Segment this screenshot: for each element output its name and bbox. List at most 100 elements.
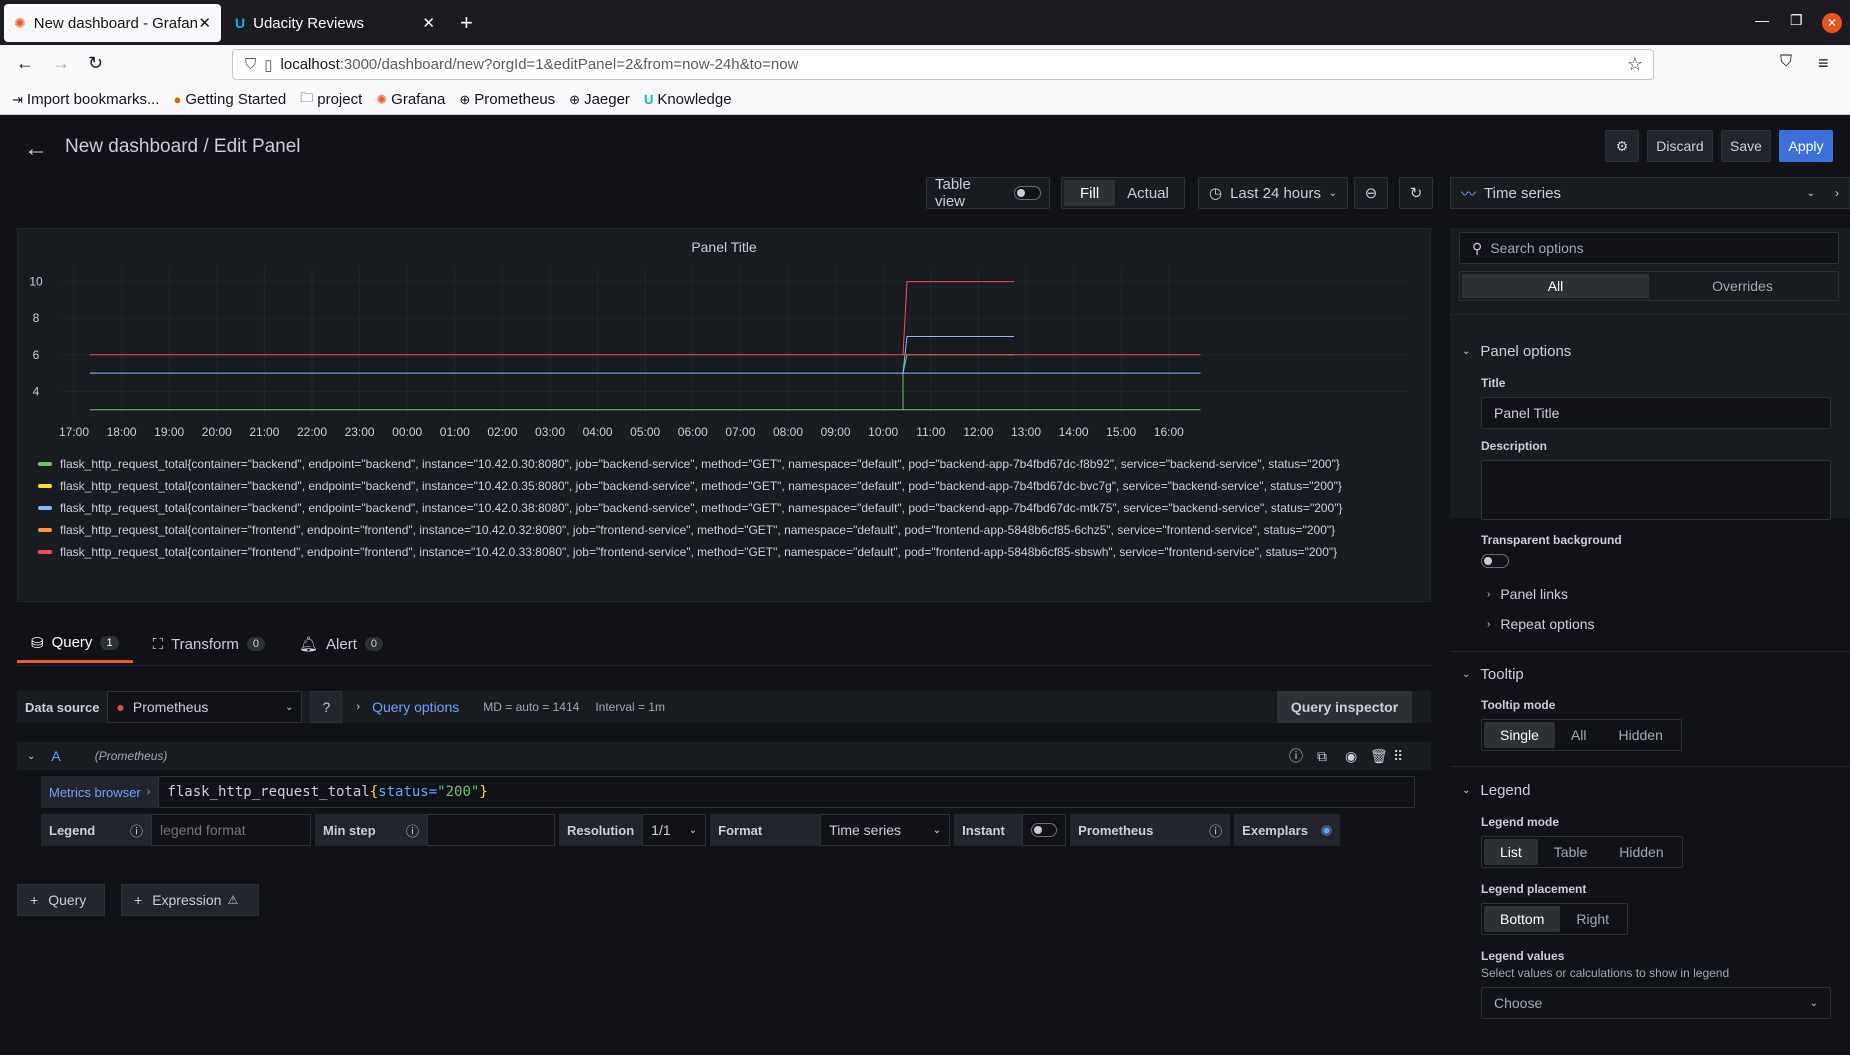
bookmark-getting-started[interactable]: ● Getting Started xyxy=(173,91,286,108)
collapse-icon[interactable]: ⌄ xyxy=(27,751,35,762)
toggle-switch[interactable] xyxy=(1013,186,1041,200)
new-tab-button[interactable]: + xyxy=(460,10,473,36)
legend-field-label: Legend ⓘ xyxy=(41,814,151,846)
back-icon[interactable]: ← xyxy=(16,53,34,74)
repeat-options-header[interactable]: › Repeat options xyxy=(1450,616,1850,632)
fill-option[interactable]: Fill xyxy=(1064,180,1116,206)
legend-values-select[interactable]: Choose ⌄ xyxy=(1481,987,1831,1019)
legend-item[interactable]: flask_http_request_total{container="fron… xyxy=(38,519,1343,541)
legend-swatch xyxy=(38,484,52,488)
star-icon[interactable]: ☆ xyxy=(1627,54,1643,75)
actual-option[interactable]: Actual xyxy=(1115,185,1181,202)
tooltip-mode-single[interactable]: Single xyxy=(1484,722,1555,748)
reload-icon[interactable]: ↻ xyxy=(88,53,103,74)
url-bar[interactable]: ⛉ ▯ localhost:3000/dashboard/new?orgId=1… xyxy=(232,49,1654,80)
settings-gear-button[interactable]: ⚙ xyxy=(1605,130,1639,162)
resolution-select[interactable]: 1/1 ⌄ xyxy=(642,814,707,846)
divider xyxy=(1450,314,1850,315)
pocket-icon[interactable]: ⛉ xyxy=(1780,53,1792,71)
minimize-icon[interactable]: — xyxy=(1755,12,1769,28)
forward-icon[interactable]: → xyxy=(52,53,70,74)
bookmark-project[interactable]: 🗀 project xyxy=(300,89,362,111)
legend-values-field: Legend values Select values or calculati… xyxy=(1450,949,1850,1019)
legend-item[interactable]: flask_http_request_total{container="fron… xyxy=(38,541,1343,563)
zoom-out-icon: ⊖ xyxy=(1364,185,1378,202)
duplicate-icon[interactable]: ⧉ xyxy=(1317,748,1327,765)
legend-mode-table[interactable]: Table xyxy=(1538,839,1603,865)
tooltip-mode-hidden[interactable]: Hidden xyxy=(1602,722,1678,748)
legend-header[interactable]: ⌄ Legend xyxy=(1450,782,1850,799)
min-step-input[interactable] xyxy=(427,814,555,846)
window-close-button[interactable]: ✕ xyxy=(1822,13,1842,33)
refresh-button[interactable]: ↻ xyxy=(1399,177,1433,209)
time-range-picker[interactable]: ◷ Last 24 hours ⌄ xyxy=(1198,177,1348,209)
legend-item[interactable]: flask_http_request_total{container="back… xyxy=(38,475,1343,497)
bookmark-jaeger[interactable]: ⊕ Jaeger xyxy=(569,91,630,108)
format-select[interactable]: Time series ⌄ xyxy=(820,814,951,846)
tab-query[interactable]: ⛁ Query 1 xyxy=(17,625,133,663)
grafana-icon: ✺ xyxy=(14,14,26,31)
legend-placement-right[interactable]: Right xyxy=(1560,906,1625,932)
prometheus-icon: ● xyxy=(116,699,125,715)
restore-icon[interactable]: ❐ xyxy=(1790,12,1803,29)
add-query-button[interactable]: + Query xyxy=(17,884,105,916)
tab-grafana[interactable]: ✺ New dashboard - Grafana ✕ xyxy=(4,4,221,42)
query-options-toggle[interactable]: Query options xyxy=(372,699,459,715)
tab-transform[interactable]: ⛶ Transform 0 xyxy=(139,625,279,663)
search-options-input[interactable]: ⚲ Search options xyxy=(1459,232,1839,264)
legend-format-input[interactable] xyxy=(151,814,311,846)
bookmark-import[interactable]: ⇥ Import bookmarks... xyxy=(12,91,159,108)
bookmark-grafana[interactable]: ✺ Grafana xyxy=(376,91,445,108)
query-ref-id[interactable]: A xyxy=(51,748,60,764)
options-pane: 〰 Time series ⌄ › ⚲ Search options All O… xyxy=(1450,177,1850,1055)
instant-toggle[interactable] xyxy=(1022,814,1067,846)
page-icon: ▯ xyxy=(264,56,273,74)
legend-item[interactable]: flask_http_request_total{container="back… xyxy=(38,497,1343,519)
metrics-browser-button[interactable]: Metrics browser › xyxy=(41,776,159,808)
search-row: ⚲ Search options xyxy=(1450,232,1850,264)
trash-icon[interactable]: 🗑︎ xyxy=(1370,748,1388,765)
chevron-right-icon[interactable]: › xyxy=(1835,186,1839,200)
eye-icon[interactable]: ◉ xyxy=(1321,822,1332,838)
table-view-toggle[interactable]: Table view xyxy=(926,176,1050,210)
tab-alert[interactable]: 🔔︎ Alert 0 xyxy=(285,625,397,663)
eye-icon[interactable]: ◉ xyxy=(1345,748,1357,765)
repeat-options-label: Repeat options xyxy=(1500,616,1595,632)
menu-icon[interactable]: ≡ xyxy=(1818,53,1829,74)
tab-overrides[interactable]: Overrides xyxy=(1649,274,1836,298)
help-button[interactable]: ? xyxy=(310,691,343,723)
tab-udacity[interactable]: U Udacity Reviews ✕ xyxy=(225,4,445,42)
page-title: New dashboard / Edit Panel xyxy=(65,136,301,157)
chevron-down-icon: ⌄ xyxy=(1462,346,1471,357)
close-icon[interactable]: ✕ xyxy=(422,14,435,32)
visualization-picker[interactable]: 〰 Time series ⌄ › xyxy=(1450,177,1850,209)
promql-input[interactable]: flask_http_request_total{status= "200"} xyxy=(158,776,1415,808)
legend-placement-label: Legend placement xyxy=(1481,882,1587,896)
tab-all[interactable]: All xyxy=(1462,274,1649,298)
legend-item[interactable]: flask_http_request_total{container="back… xyxy=(38,453,1343,475)
title-input[interactable]: Panel Title xyxy=(1481,397,1831,429)
legend-mode-hidden[interactable]: Hidden xyxy=(1603,839,1679,865)
zoom-out-button[interactable]: ⊖ xyxy=(1354,177,1388,209)
description-textarea[interactable] xyxy=(1481,460,1831,520)
tooltip-header[interactable]: ⌄ Tooltip xyxy=(1450,666,1850,683)
bookmark-prometheus[interactable]: ⊕ Prometheus xyxy=(459,91,555,108)
chevron-right-icon[interactable]: › xyxy=(356,701,360,713)
query-inspector-button[interactable]: Query inspector xyxy=(1277,691,1412,723)
panel-links-header[interactable]: › Panel links xyxy=(1450,586,1850,602)
legend-placement-bottom[interactable]: Bottom xyxy=(1484,906,1561,932)
tooltip-mode-all[interactable]: All xyxy=(1555,722,1603,748)
panel-options-header[interactable]: ⌄ Panel options xyxy=(1450,343,1850,360)
transparent-toggle[interactable] xyxy=(1481,554,1509,568)
legend-mode-list[interactable]: List xyxy=(1484,839,1538,865)
help-icon[interactable]: ⓘ xyxy=(1289,746,1303,766)
datasource-picker[interactable]: ● Prometheus ⌄ xyxy=(107,691,303,723)
save-button[interactable]: Save xyxy=(1721,130,1771,162)
close-icon[interactable]: ✕ xyxy=(198,14,211,32)
bookmark-knowledge[interactable]: U Knowledge xyxy=(644,91,732,108)
discard-button[interactable]: Discard xyxy=(1647,130,1713,162)
add-expression-button[interactable]: + Expression ⚠ xyxy=(121,884,259,916)
apply-button[interactable]: Apply xyxy=(1779,130,1833,162)
back-arrow-icon[interactable]: ← xyxy=(24,135,48,163)
drag-handle-icon[interactable]: ⠿ xyxy=(1393,748,1403,765)
